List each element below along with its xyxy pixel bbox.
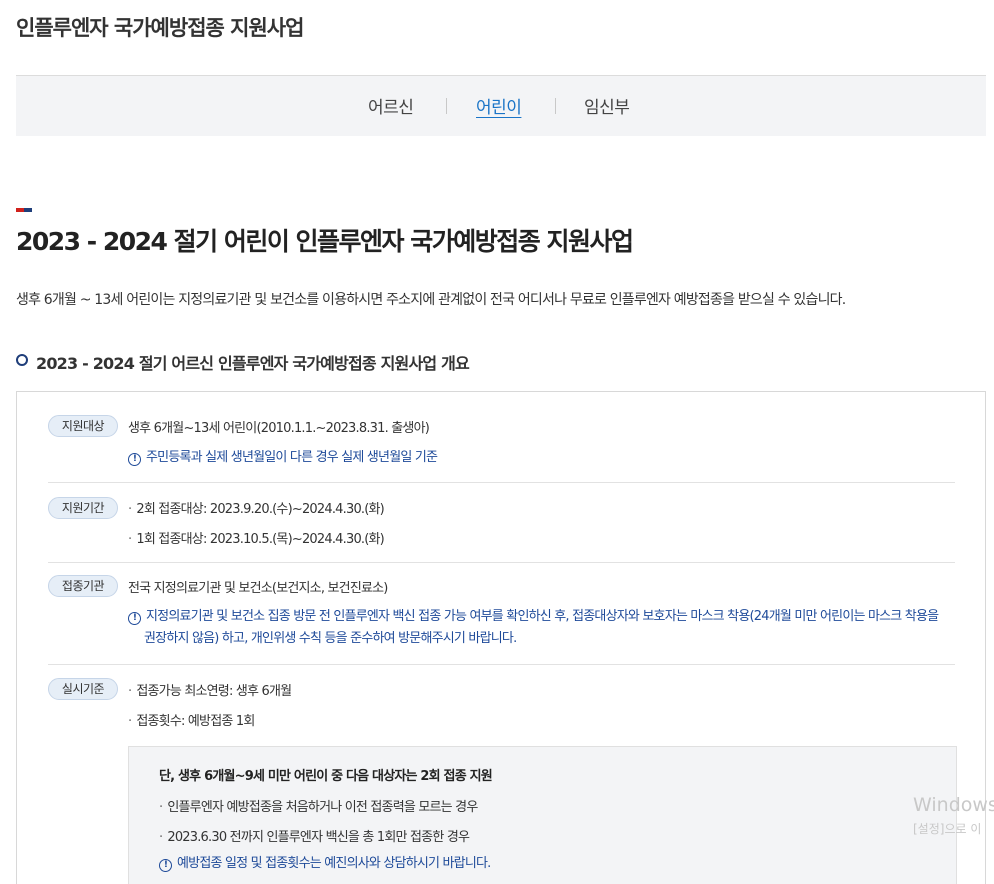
two-dose-box: 단, 생후 6개월~9세 미만 어린이 중 다음 대상자는 2회 접종 지원 인… (128, 746, 957, 884)
tab-separator (446, 98, 447, 114)
info-icon: ! (159, 859, 172, 872)
two-dose-title: 단, 생후 6개월~9세 미만 어린이 중 다음 대상자는 2회 접종 지원 (159, 769, 493, 784)
section-title: 2023 - 2024 절기 어르신 인플루엔자 국가예방접종 지원사업 개요 (36, 354, 470, 373)
title-accent-bar (16, 208, 32, 212)
target-note: ! 주민등록과 실제 생년월일이 다른 경우 실제 생년월일 기준 (128, 447, 438, 469)
intro-text: 생후 6개월 ~ 13세 어린이는 지정의료기관 및 보건소를 이용하시면 주소… (16, 292, 846, 308)
row-divider (48, 482, 955, 483)
target-text: 생후 6개월~13세 어린이(2010.1.1.~2023.8.31. 출생아) (128, 421, 430, 436)
target-note-text: 주민등록과 실제 생년월일이 다른 경우 실제 생년월일 기준 (146, 450, 438, 465)
circle-bullet-icon (16, 354, 28, 366)
period-item: 2회 접종대상: 2023.9.20.(수)~2024.4.30.(화) (128, 498, 384, 517)
page: 인플루엔자 국가예방접종 지원사업 어르신 어린이 임신부 2023 - 202… (0, 0, 994, 884)
two-dose-note: ! 예방접종 일정 및 접종횟수는 예진의사와 상담하시기 바랍니다. (159, 853, 491, 875)
tab-children[interactable]: 어린이 (476, 93, 522, 118)
two-dose-note-text: 예방접종 일정 및 접종횟수는 예진의사와 상담하시기 바랍니다. (177, 856, 491, 871)
info-icon: ! (128, 453, 141, 466)
institution-note-text-2: 권장하지 않음) 하고, 개인위생 수칙 등을 준수하여 방문해주시기 바랍니다… (144, 631, 517, 646)
windows-activation-watermark: Windows (913, 794, 994, 816)
institution-note-line: ! 지정의료기관 및 보건소 집종 방문 전 인플루엔자 백신 접종 가능 여부를… (128, 606, 958, 628)
badge-criteria: 실시기준 (48, 678, 118, 700)
tab-bar: 어르신 어린이 임신부 (16, 76, 986, 136)
criteria-item: 접종횟수: 예방접종 1회 (128, 710, 255, 729)
institution-text: 전국 지정의료기관 및 보건소(보건지소, 보건진료소) (128, 581, 388, 596)
criteria-item: 접종가능 최소연령: 생후 6개월 (128, 680, 292, 699)
page-title: 2023 - 2024 절기 어린이 인플루엔자 국가예방접종 지원사업 (16, 227, 634, 256)
overview-box: 지원대상 생후 6개월~13세 어린이(2010.1.1.~2023.8.31.… (16, 391, 986, 884)
badge-target: 지원대상 (48, 415, 118, 437)
two-dose-item: 2023.6.30 전까지 인플루엔자 백신을 총 1회만 접종한 경우 (159, 826, 470, 845)
accent-bar-red (16, 208, 24, 212)
badge-period: 지원기간 (48, 497, 118, 519)
accent-bar-navy (24, 208, 32, 212)
tab-separator (555, 98, 556, 114)
tab-seniors[interactable]: 어르신 (368, 93, 414, 118)
row-divider (48, 664, 955, 665)
institution-note: ! 지정의료기관 및 보건소 집종 방문 전 인플루엔자 백신 접종 가능 여부를… (128, 606, 958, 650)
page-header-title: 인플루엔자 국가예방접종 지원사업 (16, 16, 304, 40)
two-dose-item: 인플루엔자 예방접종을 처음하거나 이전 접종력을 모르는 경우 (159, 796, 478, 815)
row-divider (48, 562, 955, 563)
windows-activation-subtext: [설정]으로 이 (913, 822, 982, 836)
period-item: 1회 접종대상: 2023.10.5.(목)~2024.4.30.(화) (128, 528, 384, 547)
institution-note-text-1: 지정의료기관 및 보건소 집종 방문 전 인플루엔자 백신 접종 가능 여부를 … (146, 609, 939, 624)
info-icon: ! (128, 612, 141, 625)
tab-pregnant[interactable]: 임신부 (584, 93, 630, 118)
badge-institution: 접종기관 (48, 575, 118, 597)
